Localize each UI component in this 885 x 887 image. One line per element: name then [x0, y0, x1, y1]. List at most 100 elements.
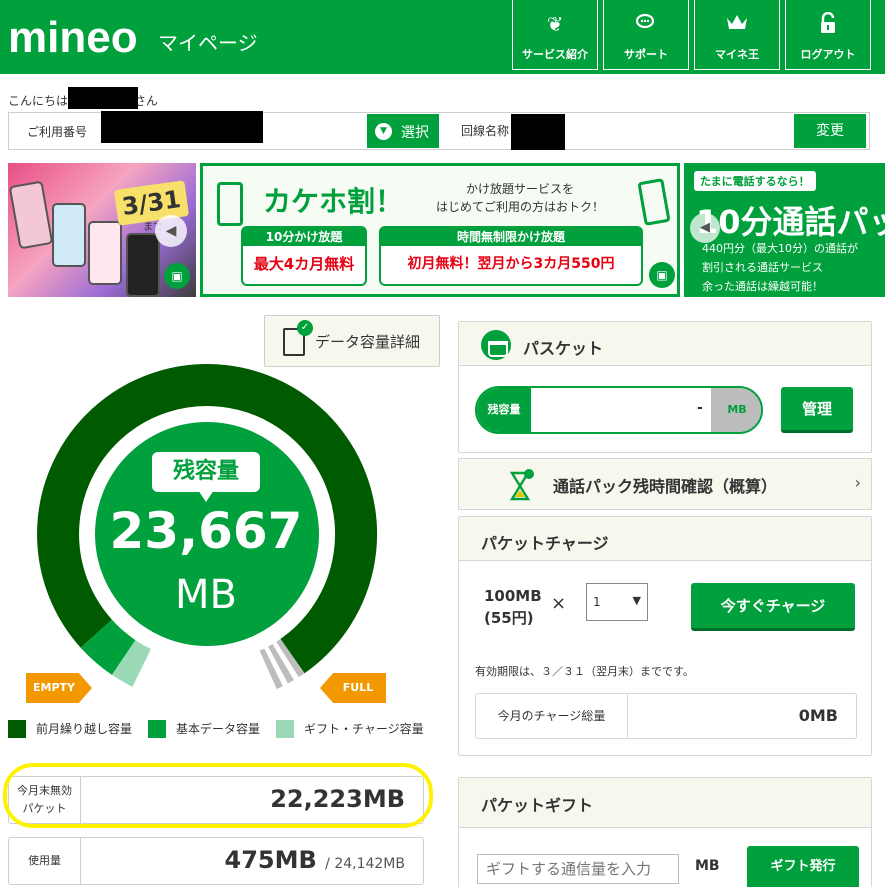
total-amount: / 24,142MB	[325, 856, 405, 872]
basket-manage-button[interactable]: 管理	[781, 387, 853, 433]
ten-minute-offer-body: 最大4カ月無料	[253, 255, 355, 273]
ten-minute-offer-box: 10分かけ放題 最大4カ月無料	[241, 226, 367, 286]
chat-bubbles-icon	[604, 12, 688, 36]
phones-sale-banner[interactable]: 3/31 まで ◀ ▣	[8, 163, 196, 297]
phone-image	[52, 203, 86, 267]
basket-icon	[481, 330, 511, 360]
mineo-king-button[interactable]: マイネ王	[694, 0, 780, 70]
kakeho-discount-banner[interactable]: カケホ割！ かけ放題サービスを はじめてご利用の方はおトク！ 10分かけ放題 最…	[200, 163, 680, 297]
charge-amount: 100MB (55円)	[484, 585, 542, 629]
support-button[interactable]: サポート	[603, 0, 689, 70]
yellow-highlight-annotation	[3, 763, 433, 828]
charge-expiry-note: 有効期限は、３／３１（翌月末）までです。	[475, 665, 694, 678]
logo-text: mineo	[8, 13, 138, 62]
call-pack-headline: 10分通話パッ	[696, 203, 885, 241]
kakeho-subtitle-text: かけ放題サービスを はじめてご利用の方はおトク！	[435, 182, 604, 214]
legend-basic-label: 基本データ容量	[176, 722, 261, 736]
basket-panel: パスケット 残容量 - MB 管理	[458, 321, 872, 453]
call-pack-line: 余った通話は繰越可能！	[702, 280, 823, 293]
gift-header: パケットギフト	[459, 778, 871, 828]
packet-gift-panel: パケットギフト MB ギフト発行	[458, 777, 872, 887]
chevron-down-icon: ▼	[632, 594, 641, 607]
charge-total-label: 今月のチャージ総量	[476, 694, 628, 738]
data-detail-label: データ容量詳細	[315, 333, 421, 351]
remaining-value: 23,667	[109, 502, 303, 560]
unlimited-offer-box: 時間無制限かけ放題 初月無料！翌月から3カ月550円	[379, 226, 643, 286]
logout-button[interactable]: ログアウト	[785, 0, 871, 70]
gift-issue-button[interactable]: ギフト発行	[747, 846, 859, 887]
legend-swatch-carryover	[8, 720, 26, 738]
charge-header: パケットチャージ	[459, 517, 871, 561]
crown-icon	[695, 12, 779, 36]
chevron-right-icon: ›	[854, 473, 861, 492]
basket-header: パスケット	[459, 322, 871, 366]
charge-title: パケットチャージ	[481, 534, 609, 553]
service-intro-label: サービス紹介	[522, 48, 588, 61]
expand-icon[interactable]: ▣	[164, 263, 190, 289]
unlimited-offer-body: 初月無料！翌月から3カ月550円	[407, 256, 615, 272]
header-bar: mineo マイページ ❦ サービス紹介 サポート マイネ王 ログアウト	[0, 0, 885, 74]
mineo-king-label: マイネ王	[715, 48, 759, 61]
chevron-down-icon: ▼	[375, 123, 392, 140]
basket-title: パスケット	[523, 339, 604, 358]
line-name-label: 回線名称	[461, 124, 510, 138]
call-pack-banner[interactable]: たまに電話するなら！ 10分通話パッ 440円分（最大10分）の通話が 割引され…	[684, 163, 885, 297]
logout-label: ログアウト	[800, 48, 856, 61]
charge-total-value: 0MB	[798, 706, 838, 725]
document-check-icon	[283, 320, 313, 356]
greeting-prefix: こんにちは	[8, 94, 69, 108]
data-detail-button[interactable]: データ容量詳細	[264, 315, 440, 367]
call-pack-description: 440円分（最大10分）の通話が 割引される通話サービス 余った通話は繰越可能！	[702, 239, 858, 296]
support-label: サポート	[624, 48, 668, 61]
change-line-name-button[interactable]: 変更	[794, 114, 866, 148]
legend-carryover-label: 前月繰り越し容量	[36, 722, 133, 736]
ten-minute-offer-head: 10分かけ放題	[243, 228, 365, 246]
call-pack-remaining-link[interactable]: 通話パック残時間確認（概算） ›	[458, 458, 872, 510]
phone-image	[8, 180, 54, 250]
phone-image	[88, 221, 122, 285]
charge-now-button[interactable]: 今すぐチャージ	[691, 583, 855, 631]
gift-amount-input[interactable]	[477, 854, 679, 884]
usage-box: 使用量 475MB / 24,142MB	[8, 837, 424, 885]
expand-icon[interactable]: ▣	[649, 262, 675, 288]
heart-leaf-icon: ❦	[546, 12, 564, 36]
used-amount: 475MB	[224, 846, 317, 874]
empty-flag: EMPTY	[26, 673, 92, 703]
legend-gift-label: ギフト・チャージ容量	[304, 722, 424, 736]
account-bar: ご利用番号 ▼ 選択 回線名称 変更	[8, 111, 870, 150]
remaining-bubble: 残容量	[152, 452, 260, 502]
page-title: マイページ	[158, 31, 258, 55]
redacted-account-number	[101, 111, 263, 143]
charge-total-box: 今月のチャージ総量 0MB	[475, 693, 857, 739]
charge-amount-text: 100MB (55円)	[484, 587, 542, 627]
full-end-stripe	[258, 638, 305, 690]
service-intro-button[interactable]: ❦ サービス紹介	[512, 0, 598, 70]
redacted-line-name	[511, 114, 565, 150]
phone-outline-icon	[637, 178, 671, 226]
basket-remaining-value: -	[697, 400, 703, 416]
select-label: 選択	[401, 125, 429, 141]
basket-remaining-pill: 残容量 - MB	[475, 386, 763, 434]
phone-image	[126, 233, 160, 297]
mineo-logo[interactable]: mineo	[8, 14, 138, 62]
basic-data-arc	[80, 619, 136, 675]
gift-unit: MB	[695, 858, 720, 874]
play-icon[interactable]: ◀	[155, 215, 187, 247]
account-number-label: ご利用番号	[27, 125, 88, 139]
remaining-unit: MB	[175, 572, 237, 618]
call-pack-line: 割引される通話サービス	[702, 261, 823, 274]
usage-label: 使用量	[9, 838, 81, 884]
kakeho-subtitle: かけ放題サービスを はじめてご利用の方はおトク！	[415, 180, 625, 216]
call-pack-line: 440円分（最大10分）の通話が	[702, 242, 858, 255]
basket-remaining-unit: MB	[711, 388, 761, 432]
prev-icon[interactable]: ◀	[690, 213, 720, 243]
packet-charge-panel: パケットチャージ 100MB (55円) × 1 ▼ 今すぐチャージ 有効期限は…	[458, 516, 872, 756]
usage-value: 475MB / 24,142MB	[225, 846, 405, 874]
charge-quantity-select[interactable]: 1 ▼	[586, 583, 648, 621]
unlimited-offer-head: 時間無制限かけ放題	[381, 228, 641, 246]
select-line-button[interactable]: ▼ 選択	[367, 114, 439, 148]
phone-outline-icon	[217, 182, 243, 226]
legend-swatch-gift	[276, 720, 294, 738]
gift-title: パケットギフト	[481, 796, 594, 815]
charge-quantity-value: 1	[593, 595, 601, 609]
